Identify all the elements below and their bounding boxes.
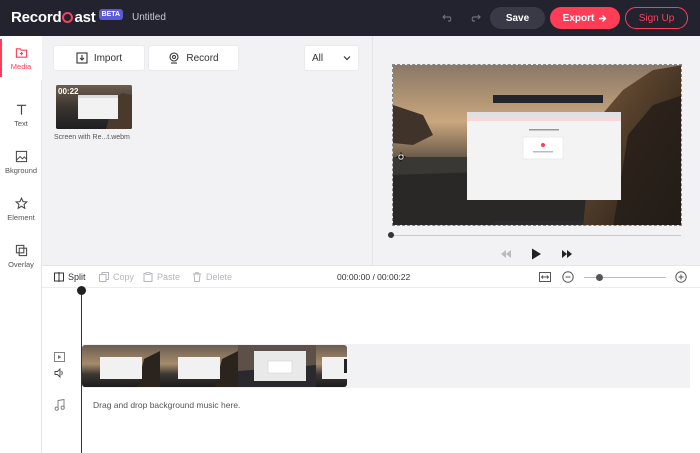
paste-icon [143, 272, 153, 282]
media-item-duration: 00:22 [58, 87, 79, 96]
playhead[interactable] [81, 290, 82, 453]
sidebar-item-label: Text [14, 118, 28, 128]
beta-badge: BETA [98, 9, 124, 20]
preview-panel [372, 36, 700, 265]
media-icon [15, 47, 27, 58]
sidebar-item-overlay[interactable]: Overlay [0, 234, 42, 278]
recordcast-logo[interactable]: Record ast BETA [11, 9, 124, 26]
playhead-handle[interactable] [77, 286, 86, 295]
document-title[interactable]: Untitled [132, 12, 166, 23]
split-button[interactable]: Split [54, 272, 86, 282]
import-button[interactable]: Import [54, 46, 144, 70]
time-readout: 00:00:00 / 00:00:22 [337, 272, 411, 282]
fast-forward-icon[interactable] [560, 247, 574, 261]
media-filter-value: All [312, 52, 324, 64]
sidebar-item-label: Element [7, 212, 35, 222]
sidebar-item-label: Bkground [4, 165, 38, 175]
clip-filmstrip [82, 345, 347, 387]
top-bar: Record ast BETA Untitled Save Export Sign… [0, 0, 700, 36]
delete-label: Delete [206, 272, 233, 282]
sidebar-item-background[interactable]: Bkground [0, 140, 42, 184]
timeline-toolbar: Split Copy Paste Delete 00:00:00 / 00:00… [42, 265, 700, 288]
fit-to-width-icon[interactable] [539, 271, 551, 283]
background-icon [15, 150, 27, 162]
import-icon [76, 52, 88, 64]
webcam-icon [169, 52, 179, 64]
media-panel: Import Record All 00:22 Screen with Re..… [42, 36, 372, 265]
music-note-icon [54, 399, 65, 411]
record-label: Record [186, 52, 219, 64]
media-filter-select[interactable]: All [305, 46, 358, 70]
logo-text-left: Record [11, 9, 62, 26]
audio-drop-zone[interactable]: Drag and drop background music here. [93, 400, 240, 410]
zoom-in-icon[interactable] [675, 271, 687, 283]
preview-scrubber[interactable] [390, 235, 681, 236]
preview-scrubber-handle[interactable] [388, 232, 394, 238]
play-icon[interactable] [529, 247, 543, 261]
copy-button[interactable]: Copy [99, 272, 134, 282]
zoom-out-icon[interactable] [562, 271, 574, 283]
video-clip[interactable] [82, 345, 347, 387]
paste-label: Paste [157, 272, 181, 282]
zoom-slider-handle[interactable] [596, 274, 603, 281]
preview-image [393, 65, 681, 225]
overlay-icon [15, 244, 27, 256]
sidebar-item-label: Media [10, 61, 32, 71]
arrow-right-icon [599, 14, 607, 22]
sidebar-item-label: Overlay [8, 259, 34, 269]
split-label: Split [68, 272, 86, 282]
export-button[interactable]: Export [550, 7, 620, 29]
copy-icon [99, 272, 109, 282]
text-icon [16, 104, 26, 115]
redo-icon[interactable] [467, 10, 483, 26]
import-label: Import [93, 52, 123, 64]
logo-text-right: ast [74, 9, 96, 26]
media-item-thumbnail[interactable]: 00:22 [56, 85, 132, 129]
sidebar-item-media[interactable]: Media [0, 36, 42, 80]
paste-button[interactable]: Paste [143, 272, 180, 282]
undo-icon[interactable] [440, 10, 456, 26]
chevron-down-icon [343, 56, 351, 61]
rewind-icon[interactable] [499, 247, 513, 261]
sidebar-item-text[interactable]: Text [0, 93, 42, 137]
video-track-icon [54, 352, 65, 362]
logo-record-icon [62, 12, 74, 23]
trash-icon [193, 272, 201, 282]
video-preview[interactable] [392, 64, 682, 226]
sign-up-button[interactable]: Sign Up [625, 7, 688, 29]
move-cursor-icon [396, 152, 406, 162]
delete-button[interactable]: Delete [192, 272, 232, 282]
media-item-name: Screen with Re...t.webm [54, 134, 130, 141]
sidebar-item-element[interactable]: Element [0, 187, 42, 231]
save-button[interactable]: Save [490, 7, 545, 29]
record-button[interactable]: Record [149, 46, 238, 70]
star-icon [14, 196, 28, 209]
export-label: Export [562, 12, 595, 24]
split-icon [54, 272, 64, 282]
copy-label: Copy [113, 272, 135, 282]
volume-icon[interactable] [54, 368, 65, 378]
sidebar: Media Text Bkground Element Overlay [0, 36, 42, 453]
